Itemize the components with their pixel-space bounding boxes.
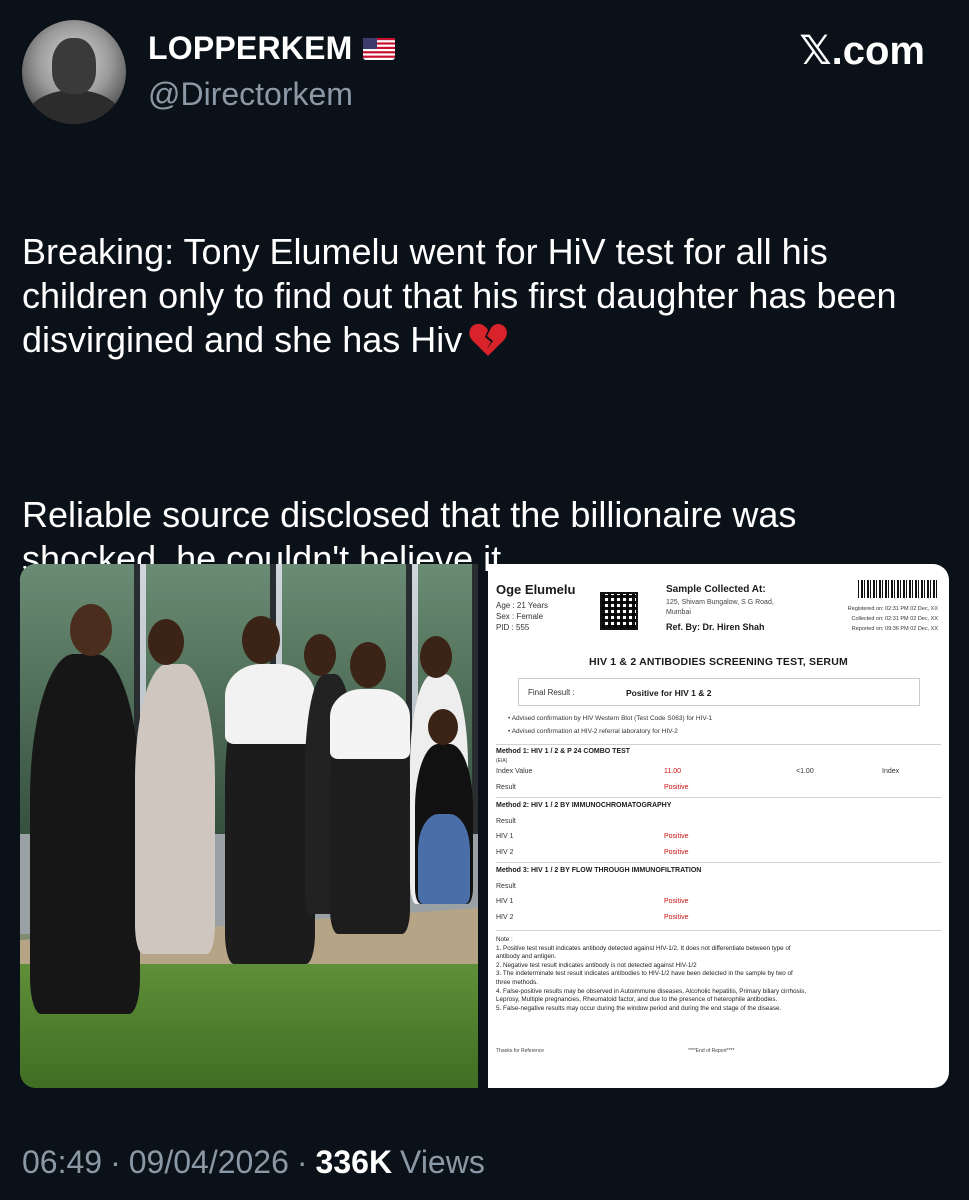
final-result-label: Final Result :	[528, 688, 575, 697]
person-head	[350, 642, 386, 688]
method-2-hiv2-label: HIV 2	[496, 849, 514, 856]
person-girl-4-top	[330, 689, 410, 759]
method-1-unit: Index	[882, 768, 900, 775]
x-brand-logo: 𝕏.com	[799, 29, 925, 73]
method-1-sub: (EIA)	[496, 758, 508, 764]
views-label: Views	[400, 1144, 485, 1180]
sample-heading: Sample Collected At:	[666, 584, 766, 595]
end-of-report: ****End of Report****	[688, 1048, 735, 1054]
method-2-hiv1-label: HIV 1	[496, 833, 514, 840]
patient-name: Oge Elumelu	[496, 582, 576, 597]
lab-report-image[interactable]: Oge Elumelu Age : 21 Years Sex : Female …	[488, 564, 949, 1088]
divider	[496, 862, 941, 863]
patient-meta: Age : 21 Years Sex : Female PID : 555	[496, 601, 549, 632]
method-1-heading: Method 1: HIV 1 / 2 & P 24 COMBO TEST	[496, 748, 631, 755]
method-3-hiv1-label: HIV 1	[496, 898, 514, 905]
person-man	[30, 654, 140, 1014]
test-title: HIV 1 & 2 ANTIBODIES SCREENING TEST, SER…	[589, 656, 848, 668]
advised-notes: • Advised confirmation by HIV Western Bl…	[508, 715, 713, 735]
tweet-media[interactable]: Oge Elumelu Age : 21 Years Sex : Female …	[20, 564, 949, 1088]
tweet-time[interactable]: 06:49	[22, 1144, 102, 1181]
report-dates: Registered on: 02:31 PM 02 Dec, XX Colle…	[847, 606, 938, 632]
us-flag-icon	[362, 37, 395, 60]
report-notes: Note : 1. Positive test result indicates…	[496, 936, 807, 1012]
person-girl-2-top	[225, 664, 315, 744]
referred-by: Ref. By: Dr. Hiren Shah	[666, 622, 765, 632]
method-1-result-label: Result	[496, 784, 516, 791]
method-3-hiv1-value: Positive	[664, 898, 689, 905]
method-3-heading: Method 3: HIV 1 / 2 BY FLOW THROUGH IMMU…	[496, 867, 702, 874]
method-1-index-value: 11.00	[664, 768, 681, 775]
divider	[496, 797, 941, 798]
method-2-result-label: Result	[496, 818, 516, 825]
thanks-line: Thanks for Reference	[496, 1048, 545, 1054]
author-name-row[interactable]: LOPPERKEM	[148, 30, 395, 67]
person-head	[428, 709, 458, 745]
tweet-meta: 06:49 · 09/04/2026 · 336K Views	[22, 1144, 485, 1181]
divider	[496, 930, 941, 931]
tweet-date[interactable]: 09/04/2026	[129, 1144, 289, 1181]
method-3-result-label: Result	[496, 883, 516, 890]
avatar-shoulders	[28, 90, 120, 124]
author-handle[interactable]: @Directorkem	[148, 76, 353, 113]
final-result-box	[518, 678, 920, 706]
method-2-hiv1-value: Positive	[664, 833, 689, 840]
barcode	[858, 580, 938, 598]
person-head	[70, 604, 112, 656]
meta-separator: ·	[296, 1144, 308, 1180]
avatar[interactable]	[22, 20, 126, 124]
tweet-text: Breaking: Tony Elumelu went for HiV test…	[22, 186, 947, 581]
meta-separator: ·	[110, 1144, 121, 1180]
views-count[interactable]: 336K	[316, 1144, 393, 1181]
method-3-hiv2-label: HIV 2	[496, 914, 514, 921]
person-head	[148, 619, 184, 665]
final-result-value: Positive for HIV 1 & 2	[626, 688, 712, 698]
method-1-result-value: Positive	[664, 784, 689, 791]
display-name[interactable]: LOPPERKEM	[148, 30, 353, 67]
divider	[496, 744, 941, 745]
person-head	[304, 634, 336, 676]
person-head	[420, 636, 452, 678]
method-1-index-label: Index Value	[496, 768, 533, 775]
tweet-paragraph-1: Breaking: Tony Elumelu went for HiV test…	[22, 230, 897, 360]
sample-address: 125, Shivam Bungalow, S G Road, Mumbai	[666, 599, 774, 616]
method-1-ref-range: <1.00	[796, 768, 814, 775]
person-girl-1	[135, 664, 215, 954]
person-head	[242, 616, 280, 664]
avatar-face	[52, 38, 96, 94]
method-2-heading: Method 2: HIV 1 / 2 BY IMMUNOCHROMATOGRA…	[496, 802, 672, 809]
qr-code	[600, 592, 638, 630]
person-boy-jeans	[418, 814, 470, 904]
family-photo[interactable]	[20, 564, 478, 1088]
broken-heart-icon	[469, 323, 508, 356]
method-3-hiv2-value: Positive	[664, 914, 689, 921]
method-2-hiv2-value: Positive	[664, 849, 689, 856]
